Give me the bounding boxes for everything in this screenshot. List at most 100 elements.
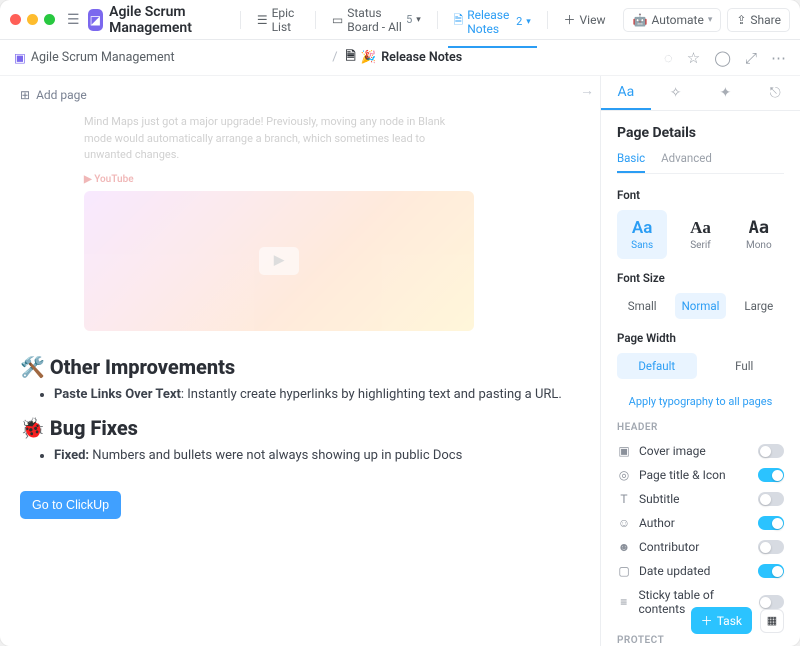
divider bbox=[315, 11, 316, 29]
app-title: Agile Scrum Management bbox=[109, 4, 224, 36]
page-emoji: 🎉 bbox=[361, 50, 377, 65]
switch[interactable] bbox=[758, 492, 784, 506]
toc-icon: ≡ bbox=[617, 595, 630, 609]
subtab-advanced[interactable]: Advanced bbox=[661, 151, 712, 173]
list-item-rest: : Instantly create hyperlinks by highlig… bbox=[181, 387, 562, 402]
theme-icon[interactable]: ◌ bbox=[664, 49, 673, 67]
window-controls[interactable] bbox=[10, 14, 55, 25]
section-heading: 🛠️ Other Improvements bbox=[20, 355, 580, 379]
btn-label: Automate bbox=[651, 13, 703, 27]
subtab-basic[interactable]: Basic bbox=[617, 151, 645, 173]
add-page-button[interactable]: ⊞ Add page bbox=[20, 88, 580, 102]
panel-tab-sparkle[interactable]: ✦ bbox=[701, 77, 751, 109]
app-logo: ◪ bbox=[88, 9, 104, 31]
toggle-author[interactable]: ☺Author bbox=[617, 511, 784, 535]
switch[interactable] bbox=[758, 516, 784, 530]
more-icon[interactable]: ⋯ bbox=[771, 49, 786, 67]
btn-label: Share bbox=[750, 13, 781, 27]
expand-icon[interactable]: ⤢ bbox=[745, 49, 757, 67]
breadcrumb-label: Release Notes bbox=[381, 50, 462, 65]
list-item-bold: Paste Links Over Text bbox=[54, 387, 181, 402]
bug-fixes-section: 🐞 Bug Fixes Fixed: Numbers and bullets w… bbox=[20, 416, 580, 463]
share-icon: ⇪ bbox=[736, 13, 746, 27]
subtitle-icon: T bbox=[617, 492, 631, 506]
doc-icon: 🗎 bbox=[454, 11, 464, 32]
grid-icon: ▦ bbox=[767, 614, 777, 627]
board-icon: ▭ bbox=[332, 13, 343, 27]
minimize-window[interactable] bbox=[27, 14, 38, 25]
chevron-down-icon: ▾ bbox=[708, 15, 713, 25]
list-item-bold: Fixed: bbox=[54, 448, 89, 463]
play-icon[interactable]: ▶ bbox=[259, 247, 299, 275]
size-large[interactable]: Large bbox=[734, 293, 784, 319]
tab-count: 5 bbox=[406, 13, 412, 26]
pagewidth-label: Page Width bbox=[617, 331, 784, 345]
comment-icon[interactable]: ◯ bbox=[714, 49, 731, 67]
apps-grid-button[interactable]: ▦ bbox=[760, 609, 784, 633]
size-small[interactable]: Small bbox=[617, 293, 667, 319]
automate-button[interactable]: 🤖 Automate ▾ bbox=[623, 8, 721, 32]
toggle-page-title[interactable]: ◎Page title & Icon bbox=[617, 463, 784, 487]
list-item-rest: Numbers and bullets were not always show… bbox=[89, 448, 462, 463]
list-icon: ☰ bbox=[257, 13, 268, 27]
panel-tab-typography[interactable]: Aa bbox=[601, 76, 651, 110]
toggle-cover-image[interactable]: ▣Cover image bbox=[617, 439, 784, 463]
plus-icon: ＋ bbox=[701, 612, 713, 629]
width-full[interactable]: Full bbox=[705, 353, 785, 379]
switch[interactable] bbox=[758, 444, 784, 458]
close-window[interactable] bbox=[10, 14, 21, 25]
author-icon: ☺ bbox=[617, 516, 631, 530]
go-to-clickup-button[interactable]: Go to ClickUp bbox=[20, 491, 121, 519]
breadcrumb-root[interactable]: ▣ Agile Scrum Management bbox=[14, 44, 324, 72]
size-normal[interactable]: Normal bbox=[675, 293, 725, 319]
breadcrumb-separator: / bbox=[332, 50, 337, 65]
task-label: Task bbox=[717, 614, 742, 628]
image-icon: ▣ bbox=[617, 444, 631, 458]
font-option-serif[interactable]: AaSerif bbox=[675, 210, 725, 259]
tab-label: Epic List bbox=[272, 6, 300, 34]
favorite-icon[interactable]: ☆ bbox=[687, 49, 700, 67]
robot-icon: 🤖 bbox=[632, 13, 647, 27]
panel-title: Page Details bbox=[617, 125, 784, 141]
tab-epic-list[interactable]: ☰ Epic List bbox=[251, 2, 305, 38]
doc-icon: ▣ bbox=[14, 50, 26, 66]
font-label: Font bbox=[617, 188, 784, 202]
video-source-badge: ▶ YouTube bbox=[84, 174, 474, 185]
header-group-label: HEADER bbox=[617, 422, 784, 433]
faded-previous-content: Mind Maps just got a major upgrade! Prev… bbox=[84, 114, 474, 331]
menu-icon[interactable]: ☰ bbox=[67, 12, 80, 28]
faded-blurb: Mind Maps just got a major upgrade! Prev… bbox=[84, 114, 474, 164]
font-option-mono[interactable]: AaMono bbox=[734, 210, 784, 259]
page-icon: 🗎 bbox=[346, 47, 356, 68]
panel-tab-magic[interactable]: ✧ bbox=[651, 77, 701, 109]
video-thumbnail[interactable]: ▶ bbox=[84, 191, 474, 331]
tab-count: 2 bbox=[516, 15, 522, 28]
plus-square-icon: ⊞ bbox=[20, 88, 30, 102]
collapse-panel-arrow[interactable]: → bbox=[580, 82, 594, 99]
toggle-subtitle[interactable]: TSubtitle bbox=[617, 487, 784, 511]
new-task-button[interactable]: ＋ Task bbox=[691, 607, 752, 634]
chevron-down-icon: ▾ bbox=[416, 15, 421, 25]
breadcrumb-current[interactable]: 🗎 🎉 Release Notes bbox=[346, 41, 656, 74]
width-default[interactable]: Default bbox=[617, 353, 697, 379]
breadcrumb-label: Agile Scrum Management bbox=[31, 50, 175, 65]
toggle-date-updated[interactable]: ▢Date updated bbox=[617, 559, 784, 583]
switch[interactable] bbox=[758, 468, 784, 482]
protect-group-label: PROTECT bbox=[617, 635, 784, 646]
tab-status-board[interactable]: ▭ Status Board - All 5 ▾ bbox=[326, 2, 427, 38]
switch[interactable] bbox=[758, 540, 784, 554]
switch[interactable] bbox=[758, 564, 784, 578]
tab-label: Release Notes bbox=[467, 8, 512, 36]
toggle-contributor[interactable]: ☻Contributor bbox=[617, 535, 784, 559]
panel-tab-export[interactable]: ⎋ bbox=[750, 77, 800, 109]
apply-all-link[interactable]: Apply typography to all pages bbox=[617, 395, 784, 408]
plus-icon: ＋ bbox=[564, 11, 576, 28]
chevron-down-icon: ▾ bbox=[526, 17, 531, 27]
other-improvements-section: 🛠️ Other Improvements Paste Links Over T… bbox=[20, 355, 580, 402]
share-button[interactable]: ⇪ Share bbox=[727, 8, 790, 32]
section-heading: 🐞 Bug Fixes bbox=[20, 416, 580, 440]
add-view-button[interactable]: ＋ View bbox=[558, 7, 612, 32]
list-item: Fixed: Numbers and bullets were not alwa… bbox=[54, 448, 580, 463]
font-option-sans[interactable]: AaSans bbox=[617, 210, 667, 259]
zoom-window[interactable] bbox=[44, 14, 55, 25]
